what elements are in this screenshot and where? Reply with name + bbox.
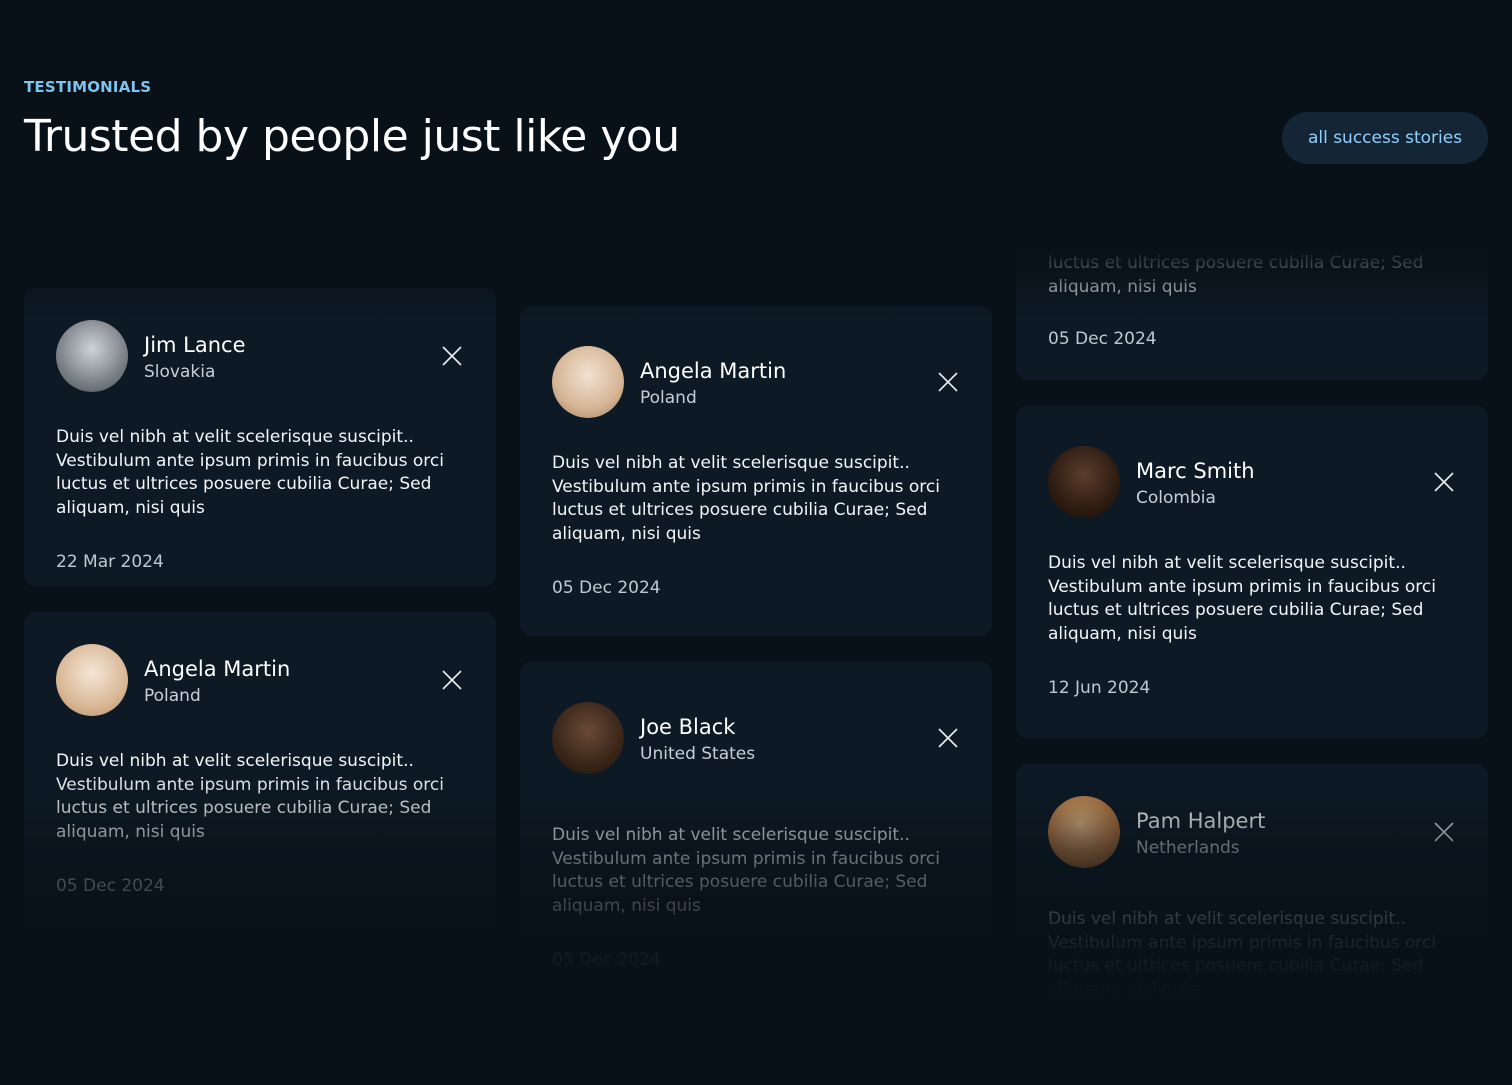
- author-country: United States: [640, 744, 756, 764]
- testimonial-card: Angela Martin Poland Duis vel nibh at ve…: [520, 306, 992, 636]
- testimonial-card: Angela Martin Poland Duis vel nibh at ve…: [24, 612, 496, 926]
- author-country: Slovakia: [144, 362, 216, 382]
- testimonial-quote: Duis vel nibh at velit scelerisque susci…: [56, 427, 444, 518]
- testimonial-card: Joe Black United States Duis vel nibh at…: [520, 662, 992, 1000]
- testimonial-date: 05 Dec 2024: [1048, 329, 1157, 349]
- testimonial-card: Pam Halpert Netherlands Duis vel nibh at…: [1016, 764, 1488, 1000]
- author-country: Colombia: [1136, 488, 1216, 508]
- testimonial-quote: Duis vel nibh at velit scelerisque susci…: [552, 453, 940, 544]
- author-name: Angela Martin: [640, 359, 787, 383]
- testimonial-date: 05 Dec 2024: [552, 578, 661, 598]
- avatar: [1048, 796, 1120, 868]
- testimonials-column-1: Jim Lance Slovakia Duis vel nibh at veli…: [24, 210, 496, 1000]
- x-logo-icon[interactable]: [936, 726, 960, 750]
- testimonials-grid: Jim Lance Slovakia Duis vel nibh at veli…: [0, 210, 1512, 1000]
- section-title: Trusted by people just like you: [24, 111, 680, 162]
- all-success-stories-button[interactable]: all success stories: [1282, 112, 1488, 164]
- author-name: Jim Lance: [144, 333, 246, 357]
- author-country: Poland: [640, 388, 697, 408]
- testimonial-quote: Duis vel nibh at velit scelerisque susci…: [552, 825, 940, 916]
- author-name: Marc Smith: [1136, 459, 1255, 483]
- testimonial-card: luctus et ultrices posuere cubilia Curae…: [1016, 210, 1488, 380]
- x-logo-icon[interactable]: [440, 344, 464, 368]
- testimonial-date: 12 Jun 2024: [1048, 678, 1151, 698]
- testimonial-card: Marc Smith Colombia Duis vel nibh at vel…: [1016, 406, 1488, 738]
- avatar: [56, 644, 128, 716]
- x-logo-icon[interactable]: [440, 668, 464, 692]
- avatar: [552, 702, 624, 774]
- author-name: Joe Black: [640, 715, 736, 739]
- x-logo-icon[interactable]: [936, 370, 960, 394]
- x-logo-icon[interactable]: [1432, 820, 1456, 844]
- x-logo-icon[interactable]: [1432, 470, 1456, 494]
- author-name: Pam Halpert: [1136, 809, 1266, 833]
- avatar: [56, 320, 128, 392]
- avatar: [1048, 446, 1120, 518]
- avatar: [552, 346, 624, 418]
- testimonial-date: 05 Dec 2024: [552, 950, 661, 970]
- testimonial-date: 05 Dec 2024: [56, 876, 165, 896]
- testimonial-date: 22 Mar 2024: [56, 552, 164, 572]
- testimonial-quote: Duis vel nibh at velit scelerisque susci…: [1048, 909, 1436, 1000]
- testimonial-quote: luctus et ultrices posuere cubilia Curae…: [1048, 253, 1424, 297]
- author-country: Netherlands: [1136, 838, 1240, 858]
- testimonial-card: Jim Lance Slovakia Duis vel nibh at veli…: [24, 288, 496, 586]
- testimonial-quote: Duis vel nibh at velit scelerisque susci…: [56, 751, 444, 842]
- section-eyebrow: TESTIMONIALS: [24, 78, 152, 96]
- testimonials-column-3: luctus et ultrices posuere cubilia Curae…: [1016, 210, 1488, 1000]
- author-country: Poland: [144, 686, 201, 706]
- testimonial-quote: Duis vel nibh at velit scelerisque susci…: [1048, 553, 1436, 644]
- author-name: Angela Martin: [144, 657, 291, 681]
- testimonials-column-2: Angela Martin Poland Duis vel nibh at ve…: [520, 210, 992, 1000]
